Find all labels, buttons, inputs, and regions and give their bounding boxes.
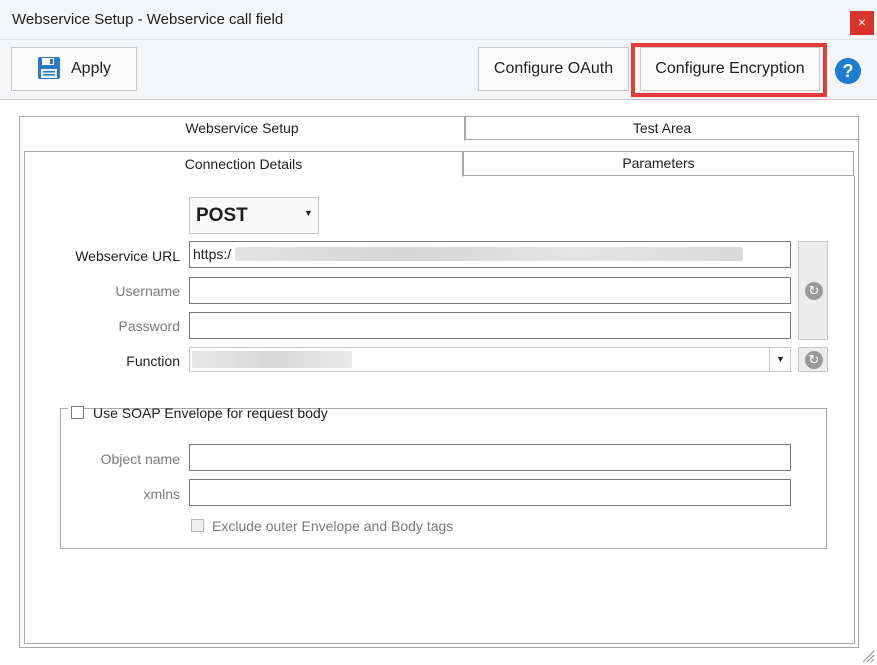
http-method-dropdown[interactable]: POST ▼ xyxy=(189,197,319,234)
xmlns-label: xmlns xyxy=(143,486,180,502)
use-soap-checkbox[interactable] xyxy=(71,406,84,419)
redacted-function xyxy=(192,351,352,368)
tab-parameters[interactable]: Parameters xyxy=(463,151,854,176)
http-method-value: POST xyxy=(196,205,248,226)
redacted-url xyxy=(235,247,743,261)
tab-connection-details[interactable]: Connection Details xyxy=(24,151,463,177)
function-refresh-button[interactable]: ↻ xyxy=(798,347,828,372)
tab-webservice-setup[interactable]: Webservice Setup xyxy=(19,116,465,141)
chevron-down-icon[interactable]: ▼ xyxy=(769,348,791,371)
function-label: Function xyxy=(126,353,180,369)
configure-oauth-button[interactable]: Configure OAuth xyxy=(478,47,629,91)
resize-grip-icon[interactable] xyxy=(861,649,875,663)
chevron-down-icon: ▼ xyxy=(304,208,313,218)
object-name-label: Object name xyxy=(100,451,180,467)
exclude-envelope-checkbox[interactable] xyxy=(191,519,204,532)
apply-button[interactable]: Apply xyxy=(11,47,137,91)
webservice-url-value: https:/ xyxy=(193,246,232,262)
tab-test-area[interactable]: Test Area xyxy=(465,116,859,140)
apply-label: Apply xyxy=(71,60,112,77)
password-input[interactable] xyxy=(189,312,791,339)
window-title: Webservice Setup - Webservice call field xyxy=(12,11,284,28)
use-soap-label[interactable]: Use SOAP Envelope for request body xyxy=(93,405,328,421)
object-name-input[interactable] xyxy=(189,444,791,471)
close-button[interactable]: × xyxy=(850,11,874,35)
xmlns-input[interactable] xyxy=(189,479,791,506)
function-dropdown[interactable]: ▼ xyxy=(189,347,791,372)
username-input[interactable] xyxy=(189,277,791,304)
username-label: Username xyxy=(115,283,180,299)
refresh-icon: ↻ xyxy=(805,282,823,300)
highlight-box xyxy=(631,43,827,97)
refresh-icon: ↻ xyxy=(805,351,823,369)
refresh-button[interactable]: ↻ xyxy=(798,241,828,340)
floppy-disk-icon xyxy=(38,57,60,79)
help-icon[interactable]: ? xyxy=(835,58,861,84)
password-label: Password xyxy=(118,318,180,334)
webservice-url-input[interactable]: https:/ xyxy=(189,241,791,268)
exclude-envelope-label: Exclude outer Envelope and Body tags xyxy=(212,518,454,534)
webservice-url-label: Webservice URL xyxy=(75,248,180,264)
